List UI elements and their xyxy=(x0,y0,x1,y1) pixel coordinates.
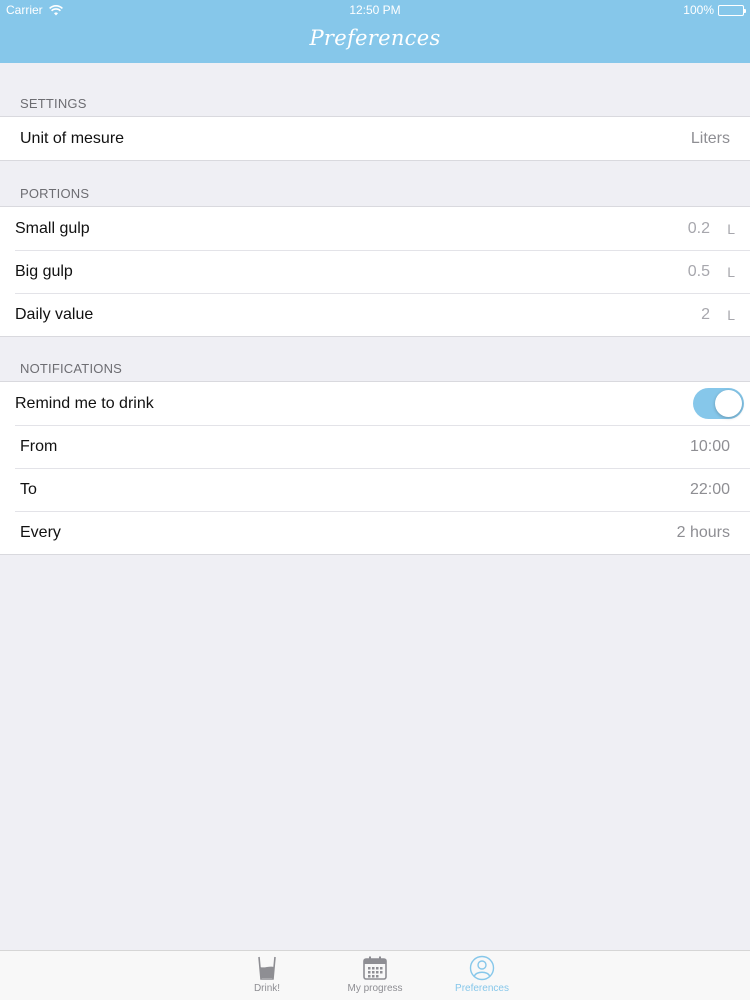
tab-my-progress[interactable]: My progress xyxy=(335,955,415,994)
page-title: Preferences xyxy=(309,26,441,50)
from-row[interactable]: From 10:00 xyxy=(0,425,750,468)
tab-drink[interactable]: Drink! xyxy=(227,955,307,994)
notifications-group: Remind me to drink From 10:00 To 22:00 E… xyxy=(0,381,750,555)
every-value: 2 hours xyxy=(676,523,730,541)
big-gulp-unit: L xyxy=(727,263,735,280)
navigation-bar: Carrier 12:50 PM 100% Preferences xyxy=(0,0,750,63)
big-gulp-label: Big gulp xyxy=(15,262,73,280)
big-gulp-value[interactable]: 0.5 xyxy=(688,263,710,281)
every-label: Every xyxy=(20,523,61,541)
portions-group: Small gulp 0.2 L Big gulp 0.5 L Daily va… xyxy=(0,206,750,337)
tab-my-progress-label: My progress xyxy=(347,983,403,994)
status-time: 12:50 PM xyxy=(349,3,401,17)
daily-value-label: Daily value xyxy=(15,305,94,323)
remind-toggle[interactable] xyxy=(693,388,744,419)
every-row[interactable]: Every 2 hours xyxy=(0,511,750,554)
from-label: From xyxy=(20,437,58,455)
unit-of-measure-value: Liters xyxy=(690,129,730,147)
small-gulp-row[interactable]: Small gulp 0.2 L xyxy=(0,207,750,250)
tab-bar: Drink! My progress Preferences xyxy=(0,950,750,1000)
to-value: 22:00 xyxy=(689,480,730,498)
small-gulp-value[interactable]: 0.2 xyxy=(688,220,710,238)
tab-preferences-label: Preferences xyxy=(455,983,509,994)
status-bar: Carrier 12:50 PM 100% xyxy=(0,0,750,20)
daily-value-row[interactable]: Daily value 2 L xyxy=(0,293,750,336)
battery-percent: 100% xyxy=(683,3,714,17)
section-header-portions: PORTIONS xyxy=(20,186,90,201)
user-icon xyxy=(469,955,495,981)
battery-icon xyxy=(718,4,746,16)
glass-icon xyxy=(258,956,276,980)
calendar-icon xyxy=(363,956,387,980)
section-header-notifications: NOTIFICATIONS xyxy=(20,361,123,376)
to-label: To xyxy=(20,480,37,498)
tab-preferences[interactable]: Preferences xyxy=(442,955,522,994)
status-right: 100% xyxy=(683,3,746,17)
small-gulp-unit: L xyxy=(727,220,735,237)
remind-row: Remind me to drink xyxy=(0,382,750,425)
settings-group: Unit of mesure Liters xyxy=(0,116,750,161)
unit-of-measure-row[interactable]: Unit of mesure Liters xyxy=(0,117,750,160)
tab-drink-label: Drink! xyxy=(253,983,281,994)
from-value: 10:00 xyxy=(689,437,730,455)
section-header-settings: SETTINGS xyxy=(20,96,87,111)
unit-of-measure-label: Unit of mesure xyxy=(20,129,125,147)
small-gulp-label: Small gulp xyxy=(15,219,90,237)
big-gulp-row[interactable]: Big gulp 0.5 L xyxy=(0,250,750,293)
daily-value-unit: L xyxy=(727,306,735,323)
daily-value-value[interactable]: 2 xyxy=(701,306,710,324)
to-row[interactable]: To 22:00 xyxy=(0,468,750,511)
toggle-knob xyxy=(715,390,742,417)
remind-label: Remind me to drink xyxy=(15,394,154,412)
